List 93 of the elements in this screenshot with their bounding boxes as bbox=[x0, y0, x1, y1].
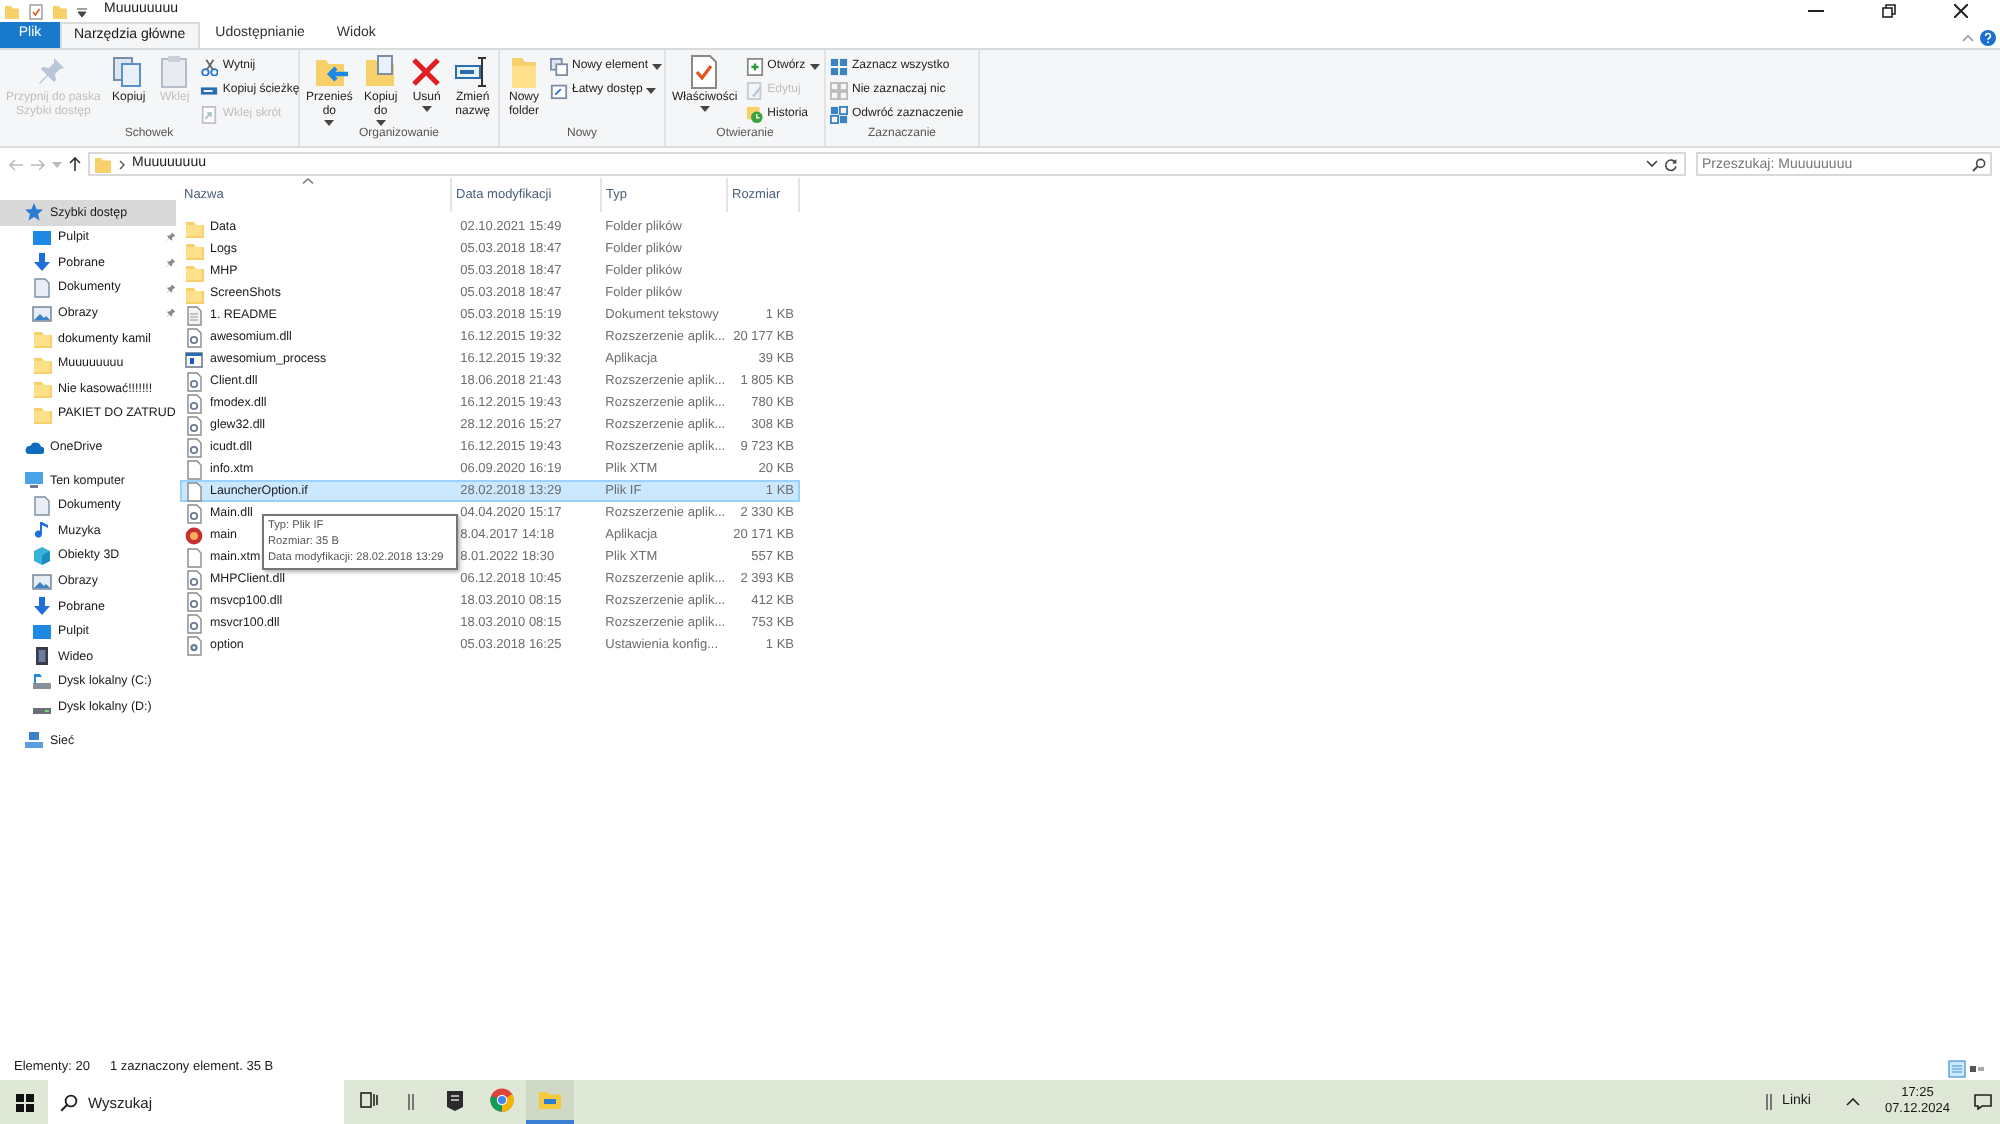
gear-file-icon bbox=[184, 613, 204, 633]
rename-icon bbox=[454, 54, 491, 90]
gear-file-icon bbox=[184, 393, 204, 413]
drive-icon bbox=[32, 671, 52, 692]
cube-icon bbox=[32, 546, 52, 567]
caret-icon bbox=[646, 88, 657, 94]
film-icon bbox=[32, 646, 52, 667]
toolbar-grip bbox=[408, 1094, 414, 1110]
scissors-icon bbox=[200, 58, 219, 76]
path-icon bbox=[200, 82, 219, 100]
cloud-icon bbox=[24, 437, 44, 458]
caret-icon bbox=[809, 64, 820, 70]
app-logo-icon bbox=[184, 525, 204, 545]
folder-icon bbox=[184, 283, 204, 303]
gear-file-icon bbox=[184, 437, 204, 457]
document-icon bbox=[32, 495, 52, 516]
caret-icon bbox=[375, 120, 386, 126]
music-note-icon bbox=[32, 520, 52, 541]
file-icon bbox=[184, 547, 204, 567]
folder-icon bbox=[538, 1090, 562, 1110]
windows-logo-icon bbox=[15, 1093, 33, 1111]
history-icon bbox=[745, 106, 764, 124]
caret-icon bbox=[324, 120, 335, 126]
computer-icon bbox=[24, 470, 44, 491]
folder-icon bbox=[184, 261, 204, 281]
clipboard-icon bbox=[156, 54, 193, 90]
pin-icon[interactable] bbox=[166, 283, 176, 294]
down-arrow-icon bbox=[32, 596, 52, 617]
move-to-folder-icon bbox=[311, 54, 348, 90]
folder-icon bbox=[94, 155, 112, 173]
properties-check-icon bbox=[686, 54, 723, 90]
folder-shortcut-icon bbox=[550, 82, 568, 100]
up-arrow-icon[interactable] bbox=[68, 156, 82, 172]
network-icon bbox=[24, 730, 44, 751]
desktop-icon bbox=[32, 621, 52, 642]
task-view-icon bbox=[359, 1092, 377, 1108]
open-icon bbox=[745, 58, 764, 76]
restore-icon bbox=[1881, 4, 1895, 18]
down-arrow-icon bbox=[32, 252, 52, 273]
chevron-icon bbox=[118, 159, 126, 169]
search-icon bbox=[1972, 157, 1986, 171]
pictures-icon bbox=[32, 571, 52, 592]
folder-icon bbox=[32, 353, 52, 374]
select-none-icon bbox=[830, 82, 848, 100]
gear-file-icon bbox=[184, 415, 204, 435]
caret-icon bbox=[652, 64, 663, 70]
browser-logo-icon bbox=[490, 1088, 514, 1112]
text-file-icon bbox=[184, 305, 204, 325]
sort-caret-icon bbox=[302, 178, 314, 184]
folder-icon bbox=[184, 217, 204, 237]
pin-icon[interactable] bbox=[166, 257, 176, 268]
shortcut-icon bbox=[200, 106, 219, 124]
folder-icon bbox=[32, 404, 52, 425]
star-icon bbox=[24, 202, 44, 223]
caret-icon bbox=[76, 5, 88, 17]
copy-icon bbox=[110, 54, 147, 90]
settings-file-icon bbox=[184, 635, 204, 655]
gear-file-icon bbox=[184, 569, 204, 589]
search-icon bbox=[60, 1093, 78, 1111]
delete-icon bbox=[408, 54, 445, 90]
chevron-down-icon[interactable] bbox=[1646, 160, 1658, 168]
application-icon bbox=[184, 349, 204, 369]
new-item-icon bbox=[550, 58, 568, 76]
caret-icon bbox=[699, 106, 710, 112]
notification-icon[interactable] bbox=[1974, 1094, 1992, 1110]
pin-icon[interactable] bbox=[166, 308, 176, 319]
properties-check-icon bbox=[28, 3, 44, 19]
pictures-icon bbox=[32, 303, 52, 324]
gear-file-icon bbox=[184, 327, 204, 347]
gear-file-icon bbox=[184, 503, 204, 523]
caret-icon bbox=[421, 106, 432, 112]
help-icon[interactable] bbox=[1980, 30, 1996, 46]
gear-file-icon bbox=[184, 371, 204, 391]
folder-icon bbox=[32, 328, 52, 349]
refresh-icon[interactable] bbox=[1664, 157, 1678, 171]
pin-icon[interactable] bbox=[166, 232, 176, 243]
close-icon bbox=[1953, 4, 1967, 18]
chevron-up-icon[interactable] bbox=[1846, 1098, 1861, 1106]
toolbar-grip bbox=[1766, 1094, 1773, 1110]
folder-icon bbox=[52, 3, 68, 19]
document-icon bbox=[32, 278, 52, 299]
folder-icon bbox=[32, 378, 52, 399]
collapse-ribbon-icon[interactable] bbox=[1962, 34, 1974, 42]
edit-icon bbox=[745, 82, 764, 100]
folder-icon bbox=[506, 54, 542, 90]
gear-file-icon bbox=[184, 591, 204, 611]
copy-to-folder-icon bbox=[362, 54, 399, 90]
minimize-icon bbox=[1808, 10, 1824, 12]
folder-icon bbox=[184, 239, 204, 259]
desktop-icon bbox=[32, 227, 52, 248]
invert-selection-icon bbox=[830, 106, 848, 124]
shield-logo-icon bbox=[445, 1089, 463, 1111]
select-all-icon bbox=[830, 58, 848, 76]
